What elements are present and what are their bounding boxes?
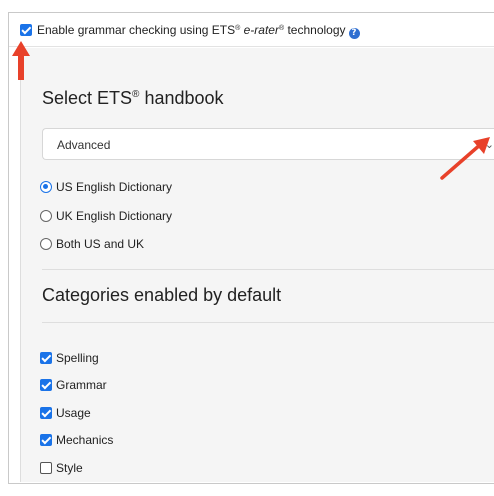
enable-grammar-label: Enable grammar checking using ETS® e-rat… (37, 23, 360, 39)
annotation-arrow-diagonal (440, 137, 490, 180)
radio-label: US English Dictionary (56, 180, 173, 194)
radio-button[interactable] (40, 238, 52, 250)
category-label: Usage (56, 406, 91, 420)
category-label: Grammar (56, 378, 107, 392)
handbook-select[interactable]: Advanced ⌄ (42, 128, 494, 160)
section-divider (42, 322, 494, 323)
radio-button-selected[interactable] (40, 181, 52, 193)
category-label: Style (56, 461, 83, 475)
grammar-setting-row: Enable grammar checking using ETS® e-rat… (9, 13, 494, 47)
categories-section-title: Categories enabled by default (42, 285, 282, 305)
category-checkbox[interactable] (40, 352, 52, 364)
handbook-select-value: Advanced (57, 138, 111, 152)
category-checkbox[interactable] (40, 379, 52, 391)
category-checkbox[interactable] (40, 407, 52, 419)
enable-grammar-checkbox[interactable] (20, 24, 32, 36)
category-label: Mechanics (56, 433, 114, 447)
category-checkbox[interactable] (40, 434, 52, 446)
category-label: Spelling (56, 351, 99, 365)
handbook-section-title: Select ETS® handbook (42, 88, 224, 108)
radio-label: Both US and UK (56, 237, 145, 251)
annotation-arrow-up (12, 41, 30, 80)
settings-frame: Enable grammar checking using ETS® e-rat… (8, 12, 494, 484)
category-checkbox[interactable] (40, 462, 52, 474)
question-circle-icon[interactable]: ? (348, 28, 360, 39)
section-divider (42, 269, 494, 270)
radio-button[interactable] (40, 210, 52, 222)
radio-label: UK English Dictionary (56, 209, 173, 223)
grammar-options-panel: Select ETS® handbook Advanced ⌄ US Engli… (20, 48, 494, 482)
